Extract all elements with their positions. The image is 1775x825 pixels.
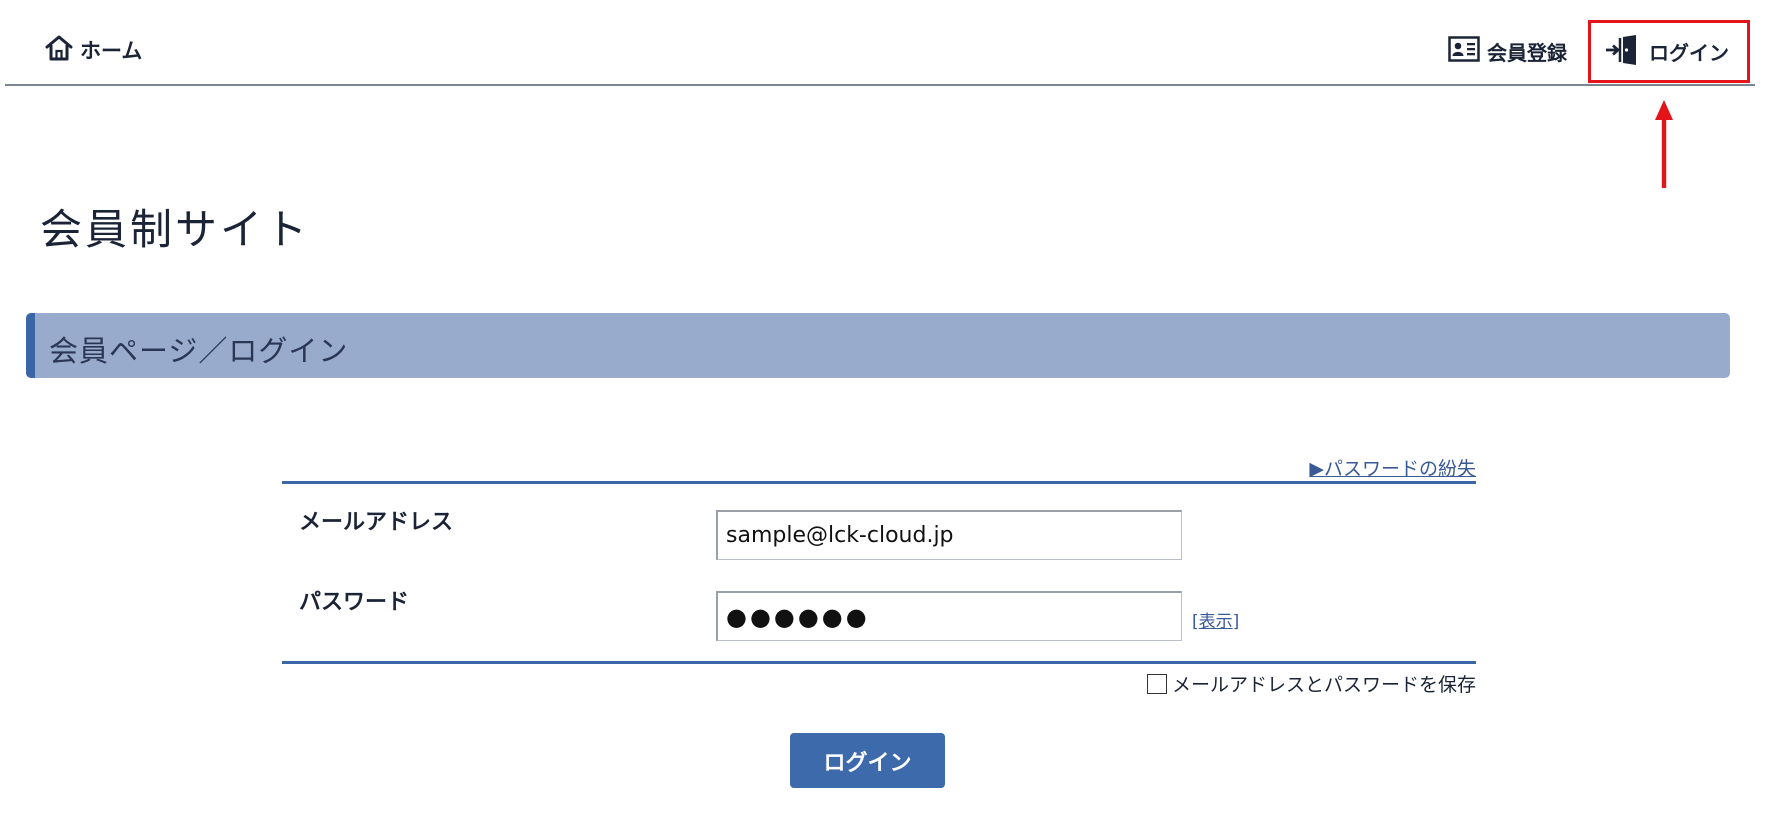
site-title: 会員制サイト xyxy=(40,205,311,254)
show-password-link[interactable]: [表示] xyxy=(1192,607,1239,632)
login-submit-button[interactable]: ログイン xyxy=(790,733,945,788)
home-icon xyxy=(44,34,74,66)
section-title: 会員ページ／ログイン xyxy=(49,334,349,368)
nav-login-link[interactable]: ログイン xyxy=(1588,20,1750,83)
show-bracket-open: [ xyxy=(1192,612,1199,632)
show-password-label: 表示 xyxy=(1198,612,1233,632)
form-top-divider xyxy=(282,481,1476,484)
form-bottom-divider xyxy=(282,661,1476,664)
forgot-password-link[interactable]: ▶パスワードの紛失 xyxy=(1309,454,1476,481)
nav-register-label: 会員登録 xyxy=(1487,40,1567,65)
id-card-icon xyxy=(1448,36,1480,66)
password-label: パスワード xyxy=(299,590,410,615)
show-bracket-close: ] xyxy=(1232,612,1240,632)
red-arrow-icon xyxy=(1655,100,1673,192)
nav-register-link[interactable]: 会員登録 xyxy=(1448,36,1567,66)
remember-credentials[interactable]: メールアドレスとパスワードを保存 xyxy=(1146,670,1476,697)
nav-home-link[interactable]: ホーム xyxy=(44,34,142,66)
password-field[interactable]: ●●●●●● xyxy=(716,591,1182,641)
nav-login-label: ログイン xyxy=(1649,41,1729,65)
email-label: メールアドレス xyxy=(299,510,454,535)
email-field[interactable] xyxy=(716,510,1182,560)
door-enter-icon xyxy=(1605,34,1639,70)
section-header: 会員ページ／ログイン xyxy=(26,313,1730,378)
remember-checkbox[interactable] xyxy=(1146,673,1167,694)
top-navigation: ホーム 会員登録 ログイン xyxy=(5,0,1755,86)
nav-home-label: ホーム xyxy=(80,39,143,63)
remember-label: メールアドレスとパスワードを保存 xyxy=(1171,674,1476,696)
